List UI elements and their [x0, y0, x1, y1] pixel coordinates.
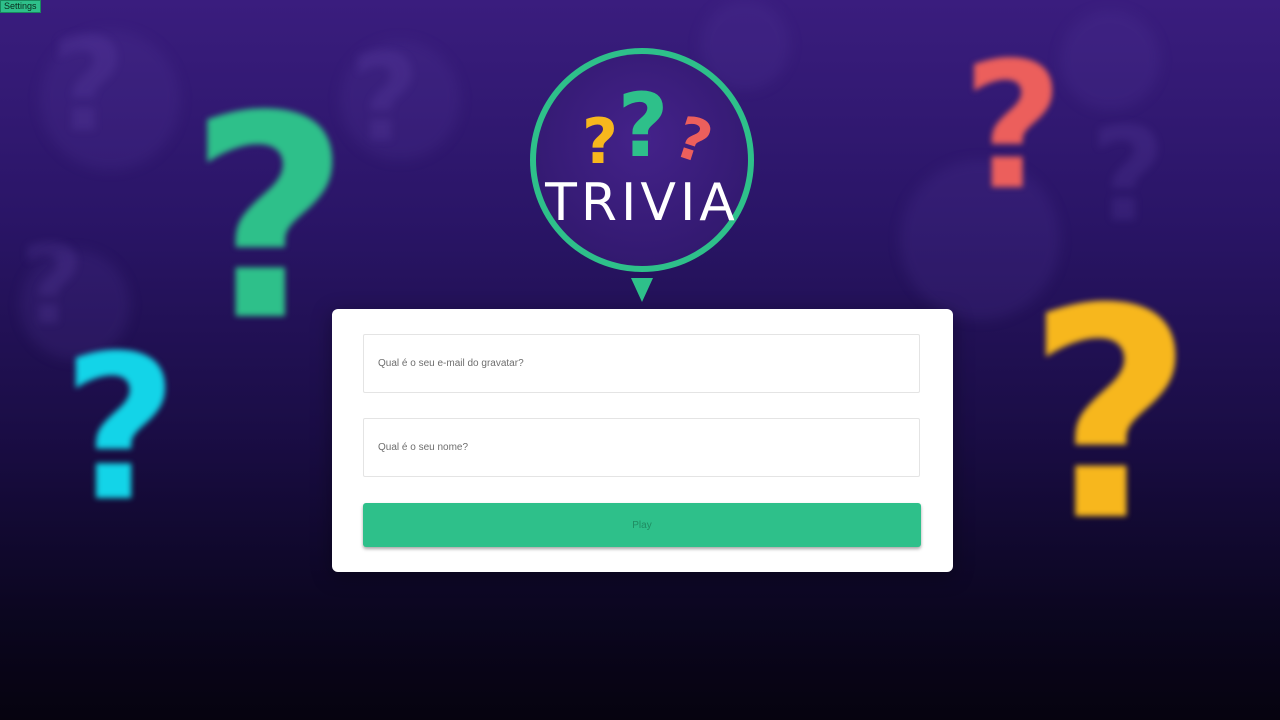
bg-question-mark-icon: ?: [1090, 99, 1166, 251]
coral-question-mark-icon: ?: [962, 26, 1064, 229]
play-button[interactable]: Play: [363, 503, 921, 547]
bg-question-mark-icon: ?: [50, 9, 126, 161]
trivia-logo-badge: ? ? ? TRIVIA: [530, 48, 754, 302]
cyan-question-mark-icon: ?: [62, 313, 179, 546]
settings-button[interactable]: Settings: [0, 0, 41, 13]
green-question-mark-icon: ?: [188, 57, 351, 383]
email-field[interactable]: [363, 334, 920, 393]
logo-yellow-question-icon: ?: [582, 105, 618, 178]
yellow-question-mark-icon: ?: [1026, 248, 1195, 585]
login-card: Play: [332, 309, 953, 572]
logo-green-question-icon: ?: [617, 74, 668, 177]
trivia-logo: ? ? ? TRIVIA: [530, 42, 754, 304]
logo-pointer: [631, 278, 653, 302]
name-field[interactable]: [363, 418, 920, 477]
bg-blob: [1060, 10, 1160, 110]
bg-question-mark-icon: ?: [350, 30, 420, 169]
logo-title: TRIVIA: [544, 173, 739, 233]
